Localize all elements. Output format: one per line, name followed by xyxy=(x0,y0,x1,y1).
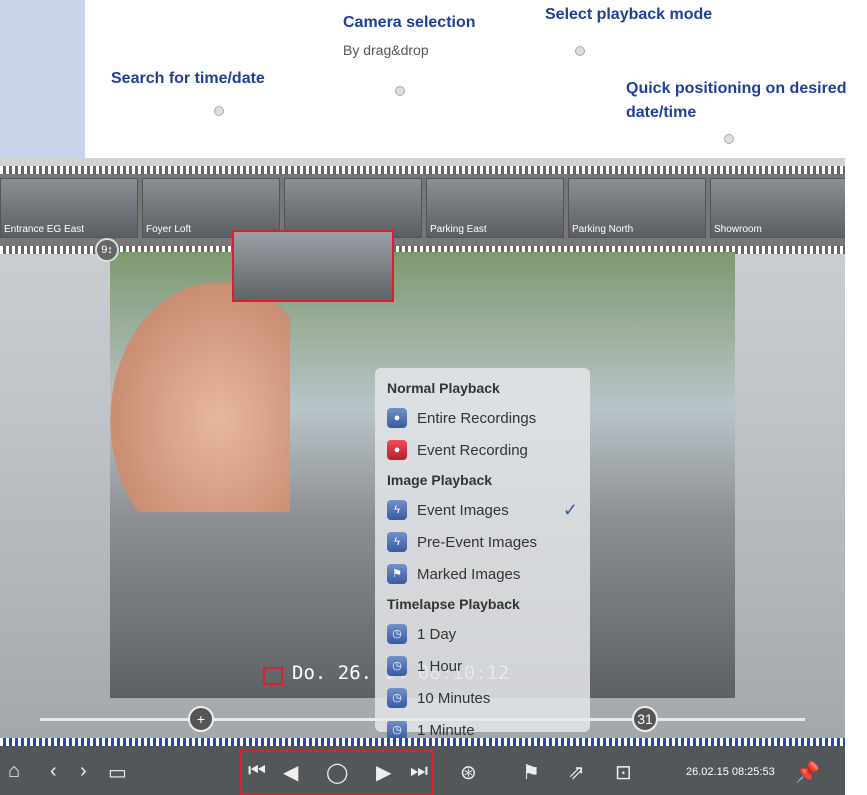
menu-item-label: Marked Images xyxy=(417,565,521,583)
callout-search-time: Search for time/date xyxy=(111,70,265,87)
playback-mode-menu: Normal Playback ● Entire Recordings ● Ev… xyxy=(375,368,590,740)
back-icon[interactable]: ‹ xyxy=(50,760,57,783)
step-forward-icon[interactable]: ▶ xyxy=(376,760,391,785)
flag-icon: ⚑ xyxy=(387,564,407,584)
event-recording-icon: ● xyxy=(387,440,407,460)
calendar-icon[interactable]: 31 xyxy=(632,706,658,732)
lightning-icon: ϟ xyxy=(387,500,407,520)
camera-thumb[interactable] xyxy=(284,178,422,238)
camera-thumbnails: Entrance EG East Foyer Loft Parking East… xyxy=(0,178,845,238)
toolbar-film-holes xyxy=(0,738,845,746)
menu-item-event-recording[interactable]: ● Event Recording xyxy=(387,434,578,466)
skip-forward-icon[interactable]: ⏭ xyxy=(410,760,428,783)
callout-dot-playback xyxy=(575,46,585,56)
play-stop-icon[interactable]: ◯ xyxy=(326,760,348,785)
film-holes-top xyxy=(0,166,845,174)
snapshot-icon[interactable]: ⊡ xyxy=(615,760,632,785)
callout-quick-positioning-line2: date/time xyxy=(626,104,697,121)
callout-quick-positioning-line1: Quick positioning on desired xyxy=(626,80,847,97)
film-reel-icon: ● xyxy=(387,408,407,428)
timeline-slider[interactable] xyxy=(40,718,805,721)
menu-item-pre-event-images[interactable]: ϟ Pre-Event Images xyxy=(387,526,578,558)
pre-event-icon: ϟ xyxy=(387,532,407,552)
menu-item-1-day[interactable]: ◷ 1 Day xyxy=(387,618,578,650)
clock-icon: ◷ xyxy=(387,720,407,740)
clock-icon: ◷ xyxy=(387,688,407,708)
home-icon[interactable]: ⌂ xyxy=(8,760,20,783)
time-search-button[interactable] xyxy=(263,667,283,685)
camera-thumb[interactable]: Parking East xyxy=(426,178,564,238)
menu-item-event-images[interactable]: ϟ Event Images ✓ xyxy=(387,494,578,526)
dragged-camera-thumb[interactable] xyxy=(232,230,394,302)
swap-icon[interactable]: 9↕ xyxy=(95,238,119,262)
export-icon[interactable]: ⇗ xyxy=(568,760,585,785)
menu-section-image: Image Playback xyxy=(387,472,493,488)
menu-item-marked-images[interactable]: ⚑ Marked Images xyxy=(387,558,578,590)
step-back-icon[interactable]: ◀ xyxy=(283,760,298,785)
menu-item-label: Pre-Event Images xyxy=(417,533,538,551)
menu-item-label: 1 Day xyxy=(417,625,457,643)
hand-gesture-image xyxy=(110,282,290,512)
toolbar-clock: 26.02.15 08:25:53 xyxy=(686,766,775,778)
menu-item-label: Event Images xyxy=(417,501,509,519)
app-window: Entrance EG East Foyer Loft Parking East… xyxy=(0,158,845,795)
menu-item-entire-recordings[interactable]: ● Entire Recordings xyxy=(387,402,578,434)
camera-thumb-label: Entrance EG East xyxy=(4,224,85,235)
camera-view-icon[interactable]: ▭ xyxy=(108,760,127,785)
camera-thumb[interactable]: Foyer Loft xyxy=(142,178,280,238)
callout-dot-quick xyxy=(724,134,734,144)
camera-thumb[interactable]: Entrance EG East xyxy=(0,178,138,238)
camera-thumb[interactable]: Showroom xyxy=(710,178,845,238)
clock-icon: ◷ xyxy=(387,624,407,644)
camera-thumb[interactable]: Parking North xyxy=(568,178,706,238)
menu-item-label: 10 Minutes xyxy=(417,689,491,707)
menu-item-label: 1 Minute xyxy=(417,721,475,739)
menu-item-10-minutes[interactable]: ◷ 10 Minutes xyxy=(387,682,578,714)
menu-item-1-hour[interactable]: ◷ 1 Hour xyxy=(387,650,578,682)
plus-icon[interactable]: + xyxy=(188,706,214,732)
callout-dot-search xyxy=(214,106,224,116)
menu-item-label: Entire Recordings xyxy=(417,409,537,427)
bottom-toolbar: ⌂ ‹ › ▭ ⏮ ◀ ◯ ▶ ⏭ ⊛ ⚑ ⇗ ⊡ 26.02.15 08:25… xyxy=(0,738,845,795)
forward-icon[interactable]: › xyxy=(80,760,87,783)
playback-mode-icon[interactable]: ⊛ xyxy=(460,760,477,785)
callout-camera-selection: Camera selection xyxy=(343,14,476,31)
flag-icon[interactable]: ⚑ xyxy=(522,760,540,785)
callout-dot-camera xyxy=(395,86,405,96)
checkmark-icon: ✓ xyxy=(562,499,578,520)
camera-thumb-label: Foyer Loft xyxy=(146,224,192,235)
callout-camera-selection-sub: By drag&drop xyxy=(343,42,429,58)
camera-filmstrip[interactable]: Entrance EG East Foyer Loft Parking East… xyxy=(0,166,845,254)
menu-section-normal: Normal Playback xyxy=(387,380,500,396)
menu-item-label: Event Recording xyxy=(417,441,528,459)
menu-section-timelapse: Timelapse Playback xyxy=(387,596,520,612)
callout-select-playback: Select playback mode xyxy=(545,6,713,23)
skip-back-icon[interactable]: ⏮ xyxy=(248,760,266,783)
camera-thumb-label: Parking North xyxy=(572,224,634,235)
pin-icon[interactable]: 📌 xyxy=(795,760,820,785)
clock-icon: ◷ xyxy=(387,656,407,676)
camera-thumb-label: Parking East xyxy=(430,224,487,235)
camera-thumb-label: Showroom xyxy=(714,224,762,235)
menu-item-label: 1 Hour xyxy=(417,657,463,675)
